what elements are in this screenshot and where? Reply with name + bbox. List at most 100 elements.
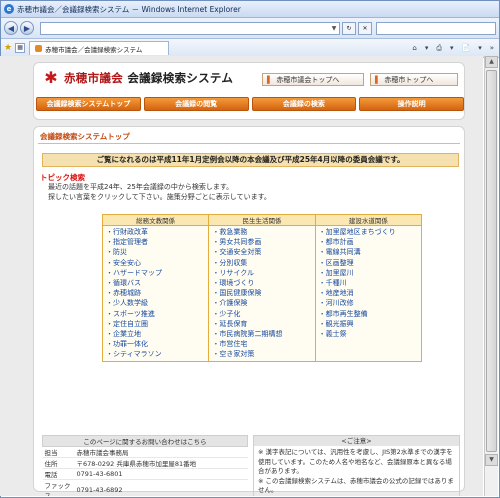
quick-tabs-icon[interactable]: ▦ [15, 43, 26, 53]
search-input[interactable] [376, 21, 496, 35]
topic-link[interactable]: ・加里屋地区まちづくり [319, 227, 418, 237]
topic-link[interactable]: ・男女共同参画 [212, 237, 311, 247]
topic-link[interactable]: ・市営住宅 [212, 339, 311, 349]
scroll-thumb[interactable] [486, 70, 497, 452]
title-bar: e 赤穂市議会／会議録検索システム － Windows Internet Exp… [1, 1, 499, 18]
topic-link[interactable]: ・シティマラソン [106, 349, 205, 359]
topic-link[interactable]: ・安全安心 [106, 258, 205, 268]
site-title: 赤穂市議会 会議録検索システム [64, 71, 234, 85]
topic-column-welfare: ・救急業務 ・男女共同参画 ・交通安全対策 ・分別収集 ・リサイクル ・環境づく… [208, 225, 316, 362]
divider [38, 143, 460, 144]
tab-favicon-icon [35, 45, 43, 52]
back-button[interactable]: ◀ [4, 21, 18, 35]
topic-link[interactable]: ・定住自立圏 [106, 319, 205, 329]
contact-value: 0791-43-6801 [74, 468, 248, 480]
print-dropdown-icon[interactable]: ▾ [448, 44, 456, 52]
topic-column-general: ・行財政改革 ・指定管理者 ・防災 ・安全安心 ・ハザードマップ ・循環バス ・… [101, 225, 210, 362]
caution-box: <ご注意> ※ 漢字表記については、汎用性を考慮し、JIS第2水準までの漢字を使… [253, 435, 460, 496]
scroll-up-icon[interactable]: ▲ [485, 56, 498, 68]
nav-help[interactable]: 操作説明 [359, 97, 464, 111]
home-dropdown-icon[interactable]: ▾ [423, 44, 431, 52]
topic-link[interactable]: ・環境づくり [212, 278, 311, 288]
page-heading: 会議録検索システムトップ [40, 132, 130, 141]
caution-heading: <ご注意> [254, 436, 459, 446]
topic-link[interactable]: ・防災 [106, 247, 205, 257]
main-navigation: 会議録検索システムトップ 会議録の閲覧 会議録の検索 操作説明 [36, 97, 464, 111]
topic-link[interactable]: ・区画整理 [319, 258, 418, 268]
topic-link[interactable]: ・循環バス [106, 278, 205, 288]
topic-link[interactable]: ・少人数学級 [106, 298, 205, 308]
contact-value: 〒678-0292 兵庫県赤穂市加里屋81番地 [74, 457, 248, 469]
caution-body: ※ 漢字表記については、汎用性を考慮し、JIS第2水準までの漢字を使用しています… [258, 448, 454, 494]
topic-link[interactable]: ・延長保育 [212, 319, 311, 329]
topic-link[interactable]: ・空き家対策 [212, 349, 311, 359]
scroll-down-icon[interactable]: ▼ [485, 454, 498, 466]
topic-link[interactable]: ・救急業務 [212, 227, 311, 237]
topic-link[interactable]: ・河川改修 [319, 298, 418, 308]
topic-column-construction: ・加里屋地区まちづくり ・都市計画 ・電線共同溝 ・区画整理 ・加里屋川 ・千種… [314, 225, 423, 362]
nav-system-top[interactable]: 会議録検索システムトップ [36, 97, 141, 111]
address-dropdown-icon[interactable]: ▼ [329, 25, 339, 32]
topic-link[interactable]: ・リサイクル [212, 268, 311, 278]
topic-link[interactable]: ・交通安全対策 [212, 247, 311, 257]
contact-heading: このページに関するお問い合わせはこちら [42, 435, 248, 447]
topic-link[interactable]: ・電線共同溝 [319, 247, 418, 257]
home-icon[interactable]: ⌂ [410, 44, 418, 52]
vertical-scrollbar[interactable]: ▲ ▼ [484, 56, 498, 496]
topic-link[interactable]: ・地産地消 [319, 288, 418, 298]
topic-header-general: 総務文教関係 [101, 214, 210, 226]
topic-header-welfare: 民生生活関係 [208, 214, 316, 226]
contact-key: 住所 [42, 457, 75, 469]
site-header: ✱ 赤穂市議会 会議録検索システム ▌ 赤穂市議会トップへ ▌ 赤穂市トップへ 会議… [33, 62, 465, 120]
topic-link[interactable]: ・指定管理者 [106, 237, 205, 247]
command-bar: ⌂ ▾ ⎙ ▾ 📄 ▾ » [410, 44, 496, 53]
topic-link[interactable]: ・少子化 [212, 309, 311, 319]
topic-link[interactable]: ・ハザードマップ [106, 268, 205, 278]
arrow-icon: ▌ [267, 75, 273, 84]
topic-header-construction: 建設水道関係 [314, 214, 423, 226]
favorites-star-icon[interactable]: ★ [4, 43, 12, 53]
ako-city-logo-icon: ✱ [44, 68, 58, 87]
topic-link[interactable]: ・加里屋川 [319, 268, 418, 278]
topic-link[interactable]: ・企業立地 [106, 329, 205, 339]
city-top-link[interactable]: ▌ 赤穂市トップへ [370, 73, 458, 86]
topic-link[interactable]: ・功罪一体化 [106, 339, 205, 349]
topic-link[interactable]: ・都市再生整備 [319, 309, 418, 319]
stop-button[interactable]: ✕ [358, 21, 372, 35]
topic-table: 総務文教関係 民生生活関係 建設水道関係 ・行財政改革 ・指定管理者 ・防災 ・… [101, 214, 423, 362]
contact-table: このページに関するお問い合わせはこちら 担当 赤穂市議会事務局 住所 〒678-02… [42, 435, 248, 496]
active-tab[interactable]: 赤穂市議会／会議録検索システム [29, 41, 170, 55]
more-tools-icon[interactable]: » [488, 44, 496, 52]
contact-key: 電話 [42, 468, 75, 480]
nav-browse-minutes[interactable]: 会議録の閲覧 [143, 97, 249, 111]
topic-link[interactable]: ・義士祭 [319, 329, 418, 339]
address-bar[interactable]: ▼ [40, 21, 340, 35]
forward-button[interactable]: ▶ [20, 21, 34, 35]
tab-title: 赤穂市議会／会議録検索システム [45, 45, 143, 54]
topic-link[interactable]: ・赤穂城跡 [106, 288, 205, 298]
council-top-link[interactable]: ▌ 赤穂市議会トップへ [262, 73, 364, 86]
print-icon[interactable]: ⎙ [434, 44, 444, 53]
navigation-bar: ◀ ▶ ▼ ↻ ✕ [1, 18, 499, 39]
topic-link[interactable]: ・都市計画 [319, 237, 418, 247]
topic-link[interactable]: ・スポーツ推進 [106, 309, 205, 319]
page-icon[interactable]: 📄 [459, 44, 472, 52]
contact-key: ファックス [42, 479, 75, 496]
topic-search-description: 最近の話題を平成24年、25年会議録の中から検索します。 探したい言葉をクリック… [48, 183, 271, 201]
refresh-button[interactable]: ↻ [342, 21, 356, 35]
nav-search-minutes[interactable]: 会議録の検索 [251, 97, 357, 111]
topic-link[interactable]: ・観光振興 [319, 319, 418, 329]
topic-link[interactable]: ・市民病院第二期構想 [212, 329, 311, 339]
page-content: ✱ 赤穂市議会 会議録検索システム ▌ 赤穂市議会トップへ ▌ 赤穂市トップへ 会議… [0, 56, 483, 496]
availability-notice: ご覧になれるのは平成11年1月定例会以降の本会議及び平成25年4月以降の委員会議… [42, 153, 459, 167]
contact-value: 0791-43-6892 [74, 479, 248, 496]
topic-link[interactable]: ・千種川 [319, 278, 418, 288]
topic-link[interactable]: ・介護保険 [212, 298, 311, 308]
topic-link[interactable]: ・行財政改革 [106, 227, 205, 237]
topic-link[interactable]: ・国民健康保険 [212, 288, 311, 298]
page-dropdown-icon[interactable]: ▾ [476, 44, 484, 52]
ie-logo-icon: e [4, 4, 14, 14]
topic-link[interactable]: ・分別収集 [212, 258, 311, 268]
contact-key: 担当 [42, 446, 75, 458]
window-title: 赤穂市議会／会議録検索システム － Windows Internet Explo… [17, 4, 241, 14]
